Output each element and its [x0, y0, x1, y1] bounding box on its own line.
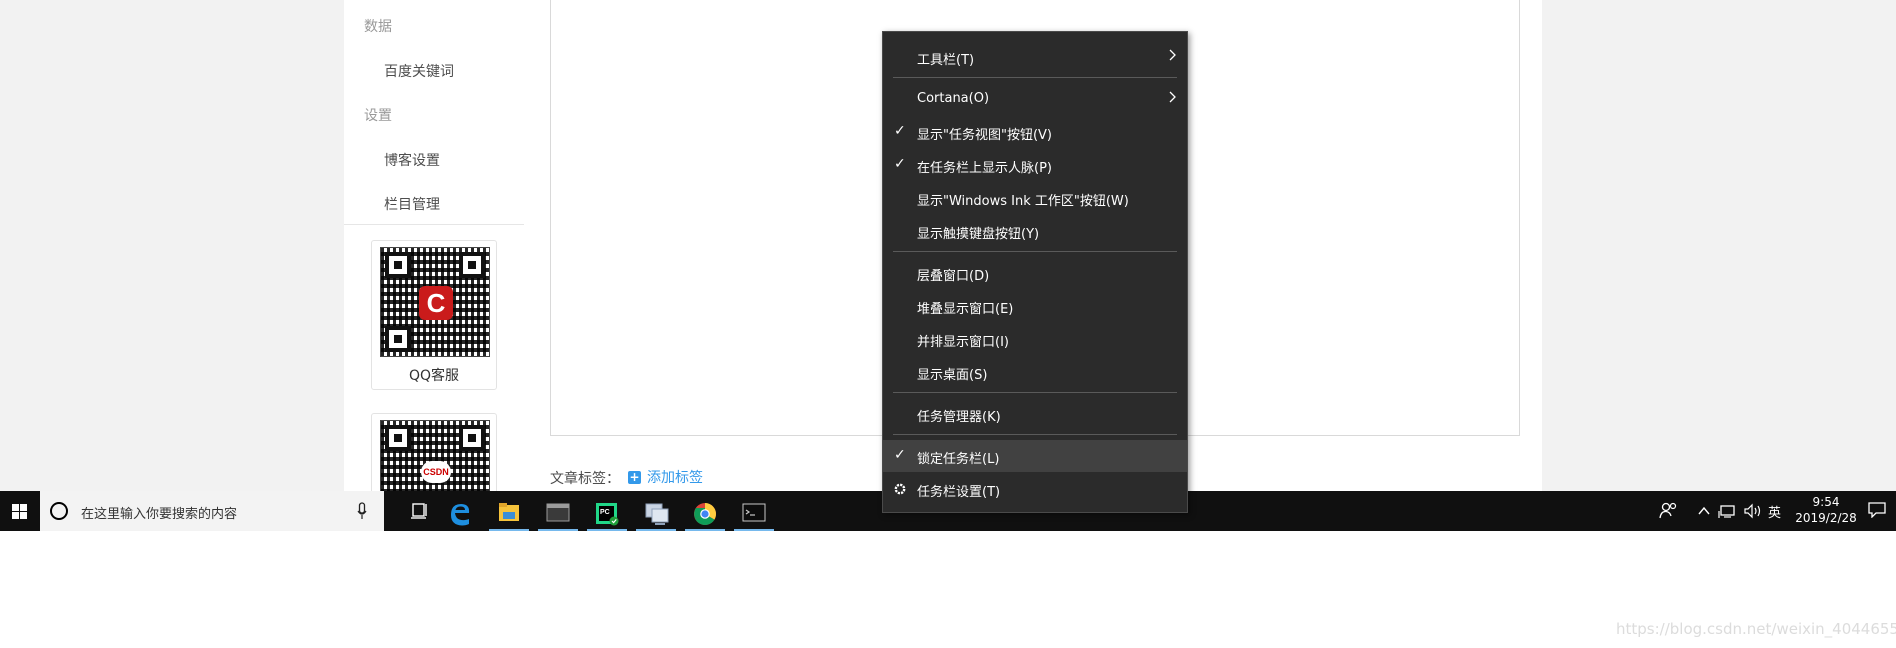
running-indicator [489, 529, 529, 531]
menu-item-show-task-view[interactable]: ✓ 显示"任务视图"按钮(V) [883, 116, 1187, 148]
running-indicator [587, 529, 627, 531]
window-app-icon [546, 503, 570, 522]
menu-item-task-manager[interactable]: 任务管理器(K) [883, 398, 1187, 430]
cortana-icon [50, 502, 68, 520]
sidebar-item-column-manage[interactable]: 栏目管理 [384, 194, 440, 214]
chrome-icon [694, 503, 716, 525]
network-app-taskbar-button[interactable] [634, 495, 678, 531]
qq-service-qr-card: C QQ客服 [371, 240, 497, 390]
network-computer-icon [645, 503, 669, 525]
chrome-taskbar-button[interactable] [683, 495, 727, 531]
menu-separator [893, 392, 1177, 393]
windows-logo-icon [12, 504, 27, 519]
qr-caption: QQ客服 [408, 368, 460, 384]
menu-separator [893, 434, 1177, 435]
console-taskbar-button[interactable] [536, 495, 580, 531]
microphone-icon[interactable] [357, 502, 367, 520]
chevron-right-icon [1169, 49, 1176, 61]
qr-finder-pattern [385, 425, 411, 451]
file-explorer-taskbar-button[interactable] [487, 495, 531, 531]
running-indicator [685, 529, 725, 531]
running-indicator [538, 529, 578, 531]
plus-icon: + [628, 469, 641, 484]
menu-item-label: 任务栏设置(T) [917, 485, 1001, 500]
app-qr-card: CSDN [371, 413, 497, 503]
menu-item-label: 堆叠显示窗口(E) [917, 302, 1014, 317]
chevron-right-icon [1169, 91, 1176, 103]
svg-text:PC: PC [600, 509, 610, 516]
edge-taskbar-button[interactable] [438, 495, 482, 531]
task-view-button[interactable] [398, 491, 442, 531]
sidebar-divider [344, 224, 524, 225]
menu-item-label: Cortana(O) [917, 91, 990, 106]
menu-item-show-people[interactable]: ✓ 在任务栏上显示人脉(P) [883, 149, 1187, 181]
people-icon[interactable] [1658, 501, 1680, 521]
system-clock[interactable]: 9:54 2019/2/28 [1790, 494, 1862, 526]
menu-item-taskbar-settings[interactable]: 任务栏设置(T) [883, 473, 1187, 505]
running-indicator [734, 529, 774, 531]
taskbar-context-menu: 工具栏(T) Cortana(O) ✓ 显示"任务视图"按钮(V) ✓ 在任务栏… [882, 31, 1188, 513]
csdn-badge-icon: CSDN [421, 461, 451, 483]
qr-finder-pattern [459, 252, 485, 278]
qq-qr-code: C [380, 247, 490, 357]
start-button[interactable] [0, 491, 40, 531]
cmd-taskbar-button[interactable] [732, 495, 776, 531]
watermark-text: https://blog.csdn.net/weixin_40446557 [1616, 620, 1896, 638]
menu-item-cascade-windows[interactable]: 层叠窗口(D) [883, 257, 1187, 289]
pycharm-icon: PC [596, 503, 619, 526]
sidebar-section-data: 数据 [364, 19, 392, 35]
menu-item-label: 工具栏(T) [917, 53, 975, 68]
menu-item-show-desktop[interactable]: 显示桌面(S) [883, 356, 1187, 388]
sidebar-item-baidu-keywords[interactable]: 百度关键词 [384, 61, 454, 81]
menu-item-show-touch-keyboard[interactable]: 显示触摸键盘按钮(Y) [883, 215, 1187, 247]
menu-item-label: 显示桌面(S) [917, 368, 988, 383]
taskbar-search-box[interactable]: 在这里输入你要搜索的内容 [40, 491, 384, 531]
input-method-indicator[interactable]: 英 [1768, 502, 1781, 542]
menu-item-label: 锁定任务栏(L) [917, 452, 1000, 467]
search-placeholder: 在这里输入你要搜索的内容 [81, 507, 238, 522]
menu-item-label: 显示触摸键盘按钮(Y) [917, 227, 1040, 242]
running-indicator [636, 529, 676, 531]
menu-item-side-by-side[interactable]: 并排显示窗口(I) [883, 323, 1187, 355]
screen: 数据 百度关键词 设置 博客设置 栏目管理 C QQ客服 CSDN 文章标签： [0, 0, 1896, 648]
menu-item-stacked-windows[interactable]: 堆叠显示窗口(E) [883, 290, 1187, 322]
qr-finder-pattern [385, 326, 411, 352]
qr-finder-pattern [459, 425, 485, 451]
menu-item-label: 任务管理器(K) [917, 410, 1001, 425]
checkmark-icon: ✓ [894, 123, 906, 139]
clock-date: 2019/2/28 [1795, 511, 1857, 525]
menu-item-label: 在任务栏上显示人脉(P) [917, 161, 1052, 176]
folder-icon [499, 503, 519, 521]
qr-finder-pattern [385, 252, 411, 278]
gear-icon [894, 483, 906, 495]
pycharm-taskbar-button[interactable]: PC [585, 495, 629, 531]
menu-item-label: 显示"任务视图"按钮(V) [917, 128, 1052, 143]
sidebar-item-blog-settings[interactable]: 博客设置 [384, 150, 440, 170]
add-tag-button[interactable]: + 添加标签 [628, 467, 703, 487]
checkmark-icon: ✓ [894, 156, 906, 172]
edge-icon [451, 504, 470, 526]
menu-item-lock-taskbar[interactable]: ✓ 锁定任务栏(L) [883, 440, 1187, 472]
chevron-up-icon[interactable] [1697, 504, 1711, 518]
action-center-icon[interactable] [1868, 502, 1886, 518]
clock-time: 9:54 [1812, 495, 1840, 509]
network-icon[interactable] [1718, 503, 1736, 519]
csdn-logo-icon: C [419, 286, 453, 320]
checkmark-icon: ✓ [894, 447, 906, 463]
menu-item-label: 并排显示窗口(I) [917, 335, 1009, 350]
task-view-icon [411, 503, 427, 519]
add-tag-label: 添加标签 [647, 470, 703, 486]
command-prompt-icon [742, 503, 766, 522]
volume-icon[interactable] [1743, 503, 1763, 519]
sidebar: 数据 百度关键词 设置 博客设置 栏目管理 C QQ客服 CSDN [344, 0, 524, 503]
menu-separator [893, 77, 1177, 78]
sidebar-section-settings: 设置 [364, 108, 392, 124]
menu-item-show-ink-workspace[interactable]: 显示"Windows Ink 工作区"按钮(W) [883, 182, 1187, 214]
article-tags-label: 文章标签： [550, 471, 620, 487]
menu-item-label: 层叠窗口(D) [917, 269, 990, 284]
menu-separator [893, 251, 1177, 252]
menu-item-toolbars[interactable]: 工具栏(T) [883, 41, 1187, 73]
menu-item-cortana[interactable]: Cortana(O) [883, 83, 1187, 115]
menu-item-label: 显示"Windows Ink 工作区"按钮(W) [917, 194, 1129, 209]
